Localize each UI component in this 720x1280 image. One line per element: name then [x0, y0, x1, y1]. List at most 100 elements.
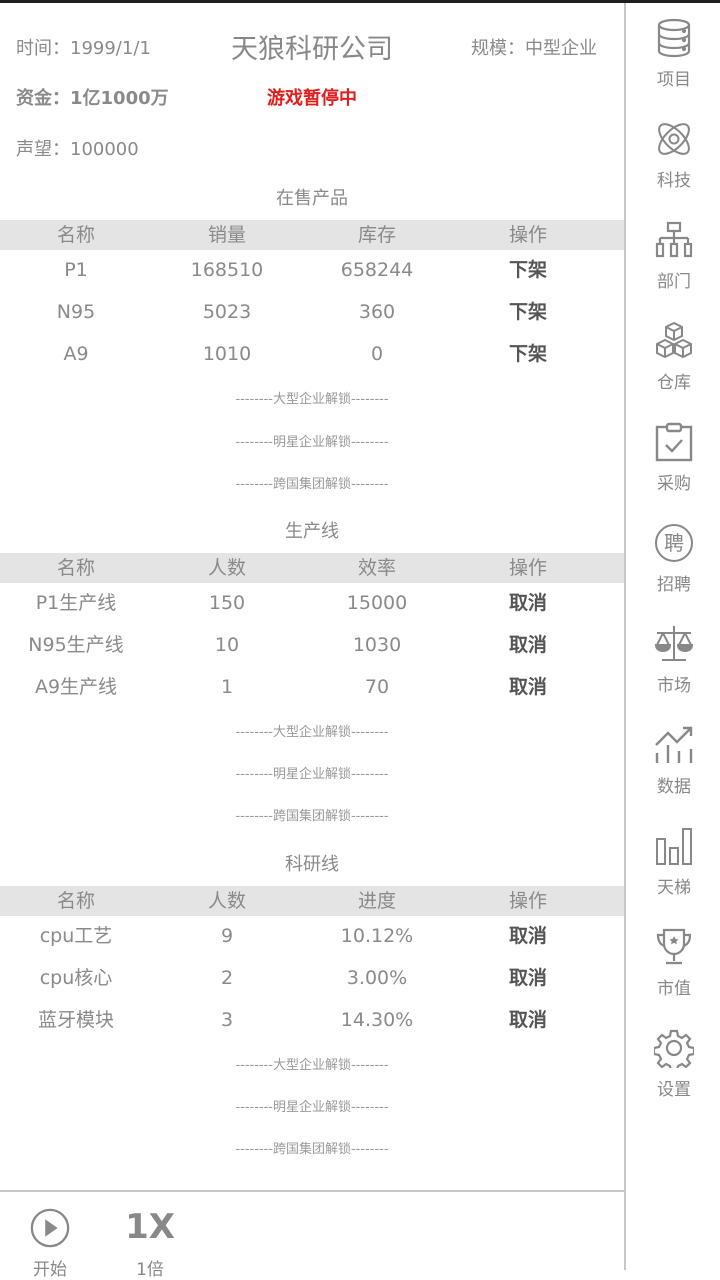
cancel-button[interactable]: 取消: [453, 999, 603, 1041]
product-stock: 0: [370, 343, 384, 365]
product-sales: 5023: [202, 301, 252, 323]
sidebar-item-market[interactable]: 市场: [626, 624, 720, 714]
table-row: P1生产线 150 15000 取消: [0, 582, 624, 624]
sidebar-item-recruit[interactable]: 聘 招聘: [626, 523, 720, 613]
start-label: 开始: [33, 1260, 67, 1280]
products-table-header: 名称 销量 库存 操作: [0, 220, 624, 250]
locked-slot: --------跨国集团解锁--------: [235, 809, 389, 824]
table-row: N95生产线 10 1030 取消: [0, 624, 624, 666]
product-stock: 658244: [340, 259, 414, 281]
sidebar-item-label: 设置: [657, 1080, 691, 1100]
column-header: 名称: [56, 890, 95, 912]
column-header: 库存: [357, 224, 396, 246]
sidebar-item-label: 仓库: [657, 373, 691, 393]
line-efficiency: 15000: [346, 592, 408, 614]
locked-slot: --------明星企业解锁--------: [235, 435, 389, 450]
research-staff: 2: [220, 967, 234, 989]
sidebar-item-label: 市值: [657, 979, 691, 999]
locked-slot: --------跨国集团解锁--------: [235, 477, 389, 492]
reputation-value: 100000: [70, 139, 139, 160]
bar-ladder-icon: [656, 828, 692, 865]
hire-badge-icon: 聘: [655, 524, 693, 562]
bottom-controls: 开始 1X 1倍: [0, 1190, 624, 1280]
table-row: cpu工艺 9 10.12% 取消: [0, 915, 624, 957]
line-efficiency: 70: [364, 676, 390, 698]
research-progress: 3.00%: [346, 967, 408, 989]
table-row: P1 168510 658244 下架: [0, 249, 624, 291]
cancel-button[interactable]: 取消: [453, 666, 603, 708]
research-title: 科研线: [285, 854, 339, 875]
research-name: cpu核心: [39, 967, 113, 989]
sidebar-item-settings[interactable]: 设置: [626, 1028, 720, 1118]
research-progress: 14.30%: [340, 1009, 414, 1031]
database-icon: [657, 18, 691, 58]
clipboard-check-icon: [655, 422, 693, 462]
line-staff: 10: [214, 634, 240, 656]
line-name: P1生产线: [35, 592, 117, 614]
product-sales: 1010: [202, 343, 252, 365]
trend-chart-icon: [655, 726, 693, 763]
line-efficiency: 1030: [352, 634, 402, 656]
sidebar-item-label: 数据: [657, 777, 691, 797]
column-header: 销量: [207, 224, 246, 246]
production-table-header: 名称 人数 效率 操作: [0, 553, 624, 583]
org-chart-icon: [655, 221, 693, 258]
table-row: cpu核心 2 3.00% 取消: [0, 957, 624, 999]
trophy-icon: [656, 928, 692, 965]
line-staff: 1: [220, 676, 234, 698]
product-stock: 360: [358, 301, 396, 323]
cancel-button[interactable]: 取消: [453, 915, 603, 957]
gear-icon: [654, 1029, 694, 1068]
research-staff: 3: [220, 1009, 234, 1031]
research-table-header: 名称 人数 进度 操作: [0, 886, 624, 916]
sidebar-item-label: 部门: [657, 272, 691, 292]
sidebar-item-label: 采购: [657, 474, 691, 494]
sidebar-item-projects[interactable]: 项目: [626, 18, 720, 108]
locked-slot: --------大型企业解锁--------: [235, 1058, 389, 1073]
cancel-button[interactable]: 取消: [453, 624, 603, 666]
start-button[interactable]: 开始: [20, 1207, 80, 1280]
speed-label: 1倍: [136, 1260, 164, 1280]
sidebar-item-warehouse[interactable]: 仓库: [626, 321, 720, 411]
reputation-info: 声望：100000: [16, 135, 139, 161]
products-title: 在售产品: [276, 188, 348, 209]
sidebar-item-tech[interactable]: 科技: [626, 119, 720, 209]
column-header: 人数: [207, 890, 246, 912]
line-name: N95生产线: [28, 634, 124, 656]
line-staff: 150: [208, 592, 246, 614]
locked-slot: --------明星企业解锁--------: [235, 767, 389, 782]
column-header: 名称: [56, 557, 95, 579]
column-header: 操作: [508, 224, 547, 246]
column-header: 操作: [508, 557, 547, 579]
locked-slot: --------大型企业解锁--------: [235, 392, 389, 407]
scale-info: 规模：中型企业: [471, 34, 597, 60]
research-progress: 10.12%: [340, 925, 414, 947]
sidebar-item-purchase[interactable]: 采购: [626, 422, 720, 512]
sidebar-item-label: 招聘: [657, 575, 691, 595]
delist-button[interactable]: 下架: [453, 249, 603, 291]
boxes-icon: [656, 321, 692, 359]
cancel-button[interactable]: 取消: [453, 582, 603, 624]
sidebar-item-departments[interactable]: 部门: [626, 220, 720, 310]
main-panel: 时间：1999/1/1 天狼科研公司 规模：中型企业 资金：1亿1000万 游戏…: [0, 3, 624, 1190]
locked-slot: --------大型企业解锁--------: [235, 725, 389, 740]
speed-value: 1X: [125, 1207, 175, 1247]
sidebar-item-data[interactable]: 数据: [626, 725, 720, 815]
column-header: 效率: [357, 557, 396, 579]
table-row: 蓝牙模块 3 14.30% 取消: [0, 999, 624, 1041]
delist-button[interactable]: 下架: [453, 291, 603, 333]
cancel-button[interactable]: 取消: [453, 957, 603, 999]
sidebar-item-label: 项目: [657, 70, 691, 90]
table-row: A9 1010 0 下架: [0, 333, 624, 375]
sidebar-item-ladder[interactable]: 天梯: [626, 826, 720, 916]
table-row: N95 5023 360 下架: [0, 291, 624, 333]
product-name: N95: [56, 301, 96, 323]
speed-button[interactable]: 1X 1倍: [120, 1206, 180, 1280]
delist-button[interactable]: 下架: [453, 333, 603, 375]
reputation-label: 声望：: [16, 139, 70, 160]
scale-label: 规模：: [471, 38, 525, 59]
research-name: cpu工艺: [39, 925, 113, 947]
scale-value: 中型企业: [525, 38, 597, 59]
sidebar-item-market-value[interactable]: 市值: [626, 927, 720, 1017]
product-name: P1: [64, 259, 88, 281]
